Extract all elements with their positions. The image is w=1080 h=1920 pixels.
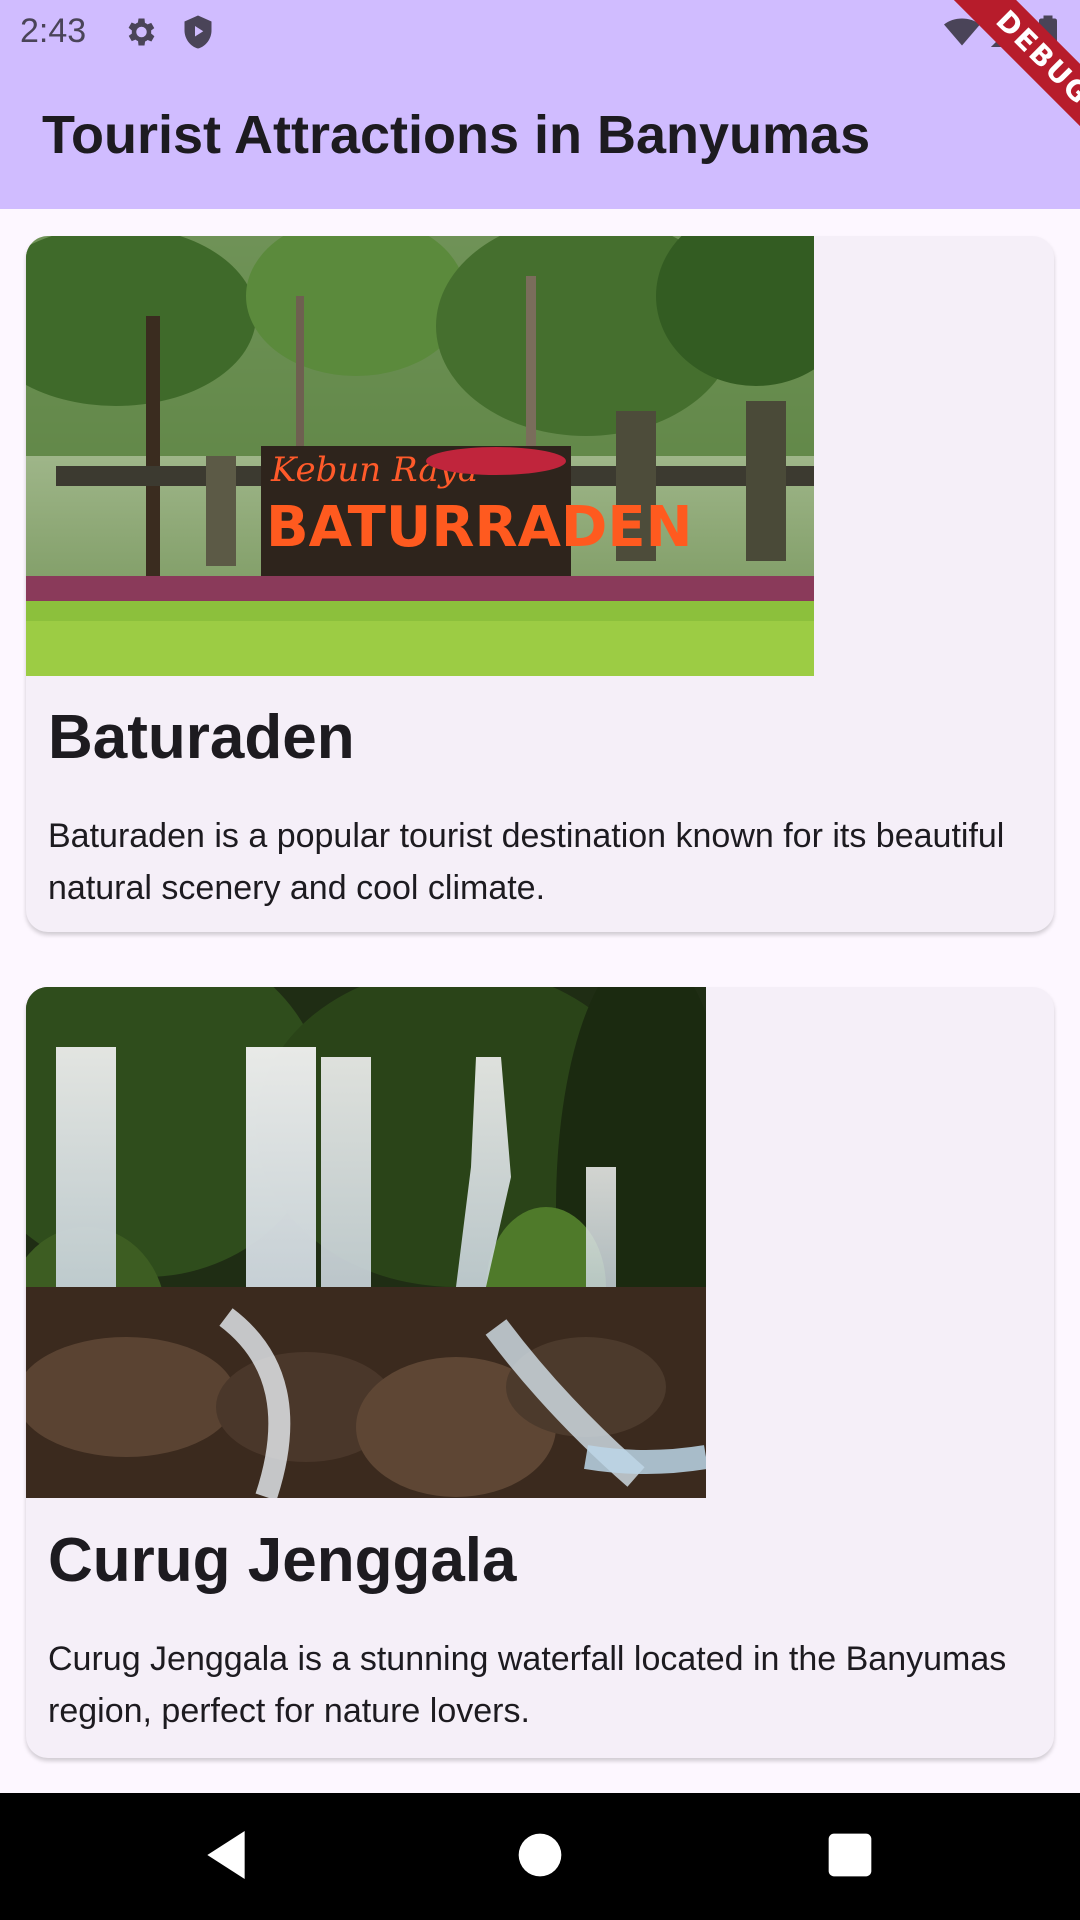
- attraction-card-baturaden[interactable]: Kebun Raya BATURRADEN Baturaden Baturade…: [26, 236, 1054, 932]
- debug-banner-label: DEBUG: [946, 0, 1080, 155]
- attraction-card-curug-jenggala[interactable]: Curug Jenggala Curug Jenggala is a stunn…: [26, 987, 1054, 1758]
- system-nav-bar: [0, 1793, 1080, 1920]
- card-description: Baturaden is a popular tourist destinati…: [48, 817, 1005, 907]
- page-title: Tourist Attractions in Banyumas: [42, 105, 871, 165]
- curug-jenggala-image: [26, 987, 706, 1498]
- screen: 2:43 Tourist Attractions in Banyumas DEB…: [0, 0, 1080, 1920]
- card-description: Curug Jenggala is a stunning waterfall l…: [48, 1640, 1007, 1730]
- card-title: Baturaden: [48, 703, 355, 772]
- sign-line2-text: BATURRADEN: [266, 495, 693, 560]
- settings-gear-icon: [128, 18, 155, 46]
- shield-play-icon: [184, 15, 212, 49]
- home-icon[interactable]: [508, 1823, 572, 1887]
- status-bar: 2:43: [0, 0, 1080, 64]
- status-time: 2:43: [20, 12, 87, 50]
- recents-icon[interactable]: [818, 1823, 882, 1887]
- back-icon[interactable]: [194, 1823, 258, 1887]
- app-bar: 2:43 Tourist Attractions in Banyumas DEB…: [0, 0, 1080, 209]
- baturaden-image: Kebun Raya BATURRADEN: [26, 236, 814, 676]
- card-title: Curug Jenggala: [48, 1526, 517, 1595]
- debug-banner: DEBUG: [920, 0, 1080, 160]
- attraction-list[interactable]: Kebun Raya BATURRADEN Baturaden Baturade…: [0, 209, 1080, 1793]
